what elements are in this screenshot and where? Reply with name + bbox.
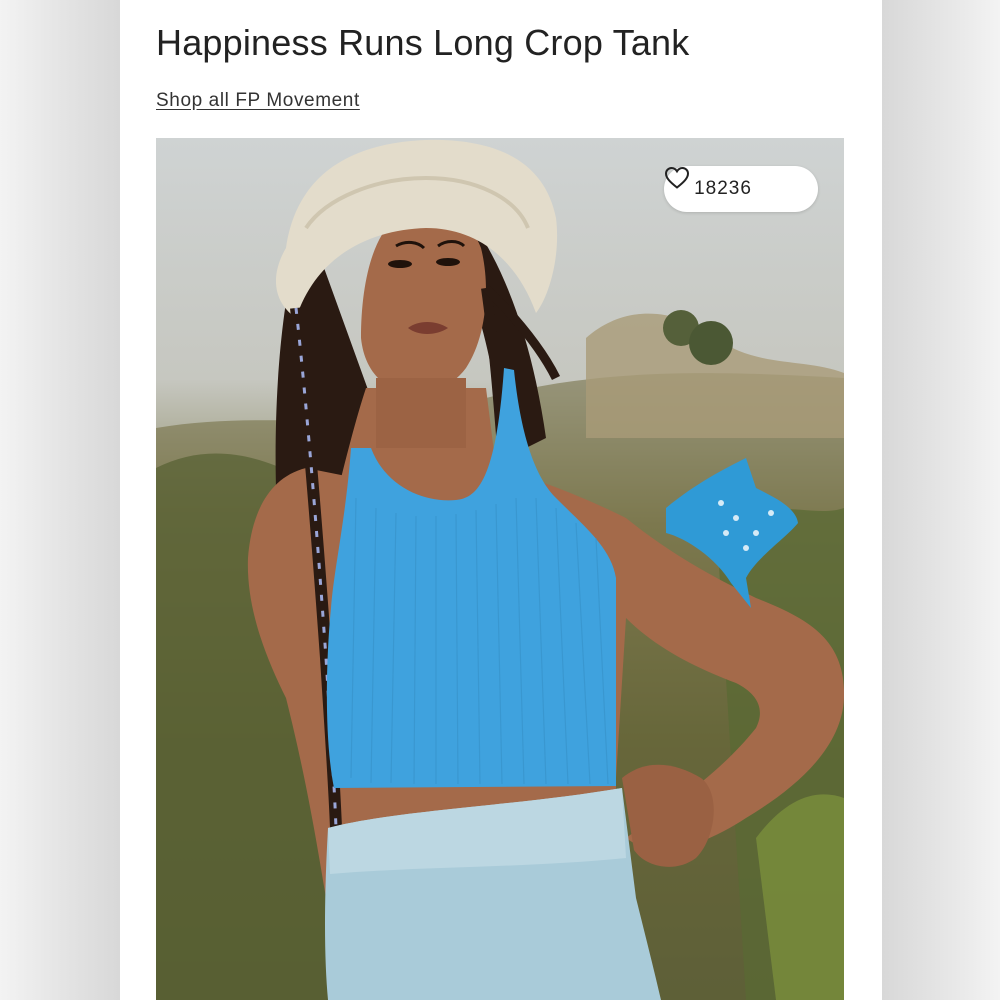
product-title: Happiness Runs Long Crop Tank [156, 22, 690, 63]
favorite-count: 18236 [694, 178, 752, 199]
shop-all-link[interactable]: Shop all FP Movement [156, 90, 360, 112]
heart-outline-icon [664, 166, 788, 201]
product-photo[interactable]: 18236 [156, 138, 844, 1000]
right-background-margin [882, 0, 1000, 1000]
favorite-button[interactable]: 18236 [664, 166, 818, 212]
left-background-margin [0, 0, 120, 1000]
model-illustration [156, 139, 844, 1000]
product-panel: Happiness Runs Long Crop Tank Shop all F… [120, 0, 882, 1000]
